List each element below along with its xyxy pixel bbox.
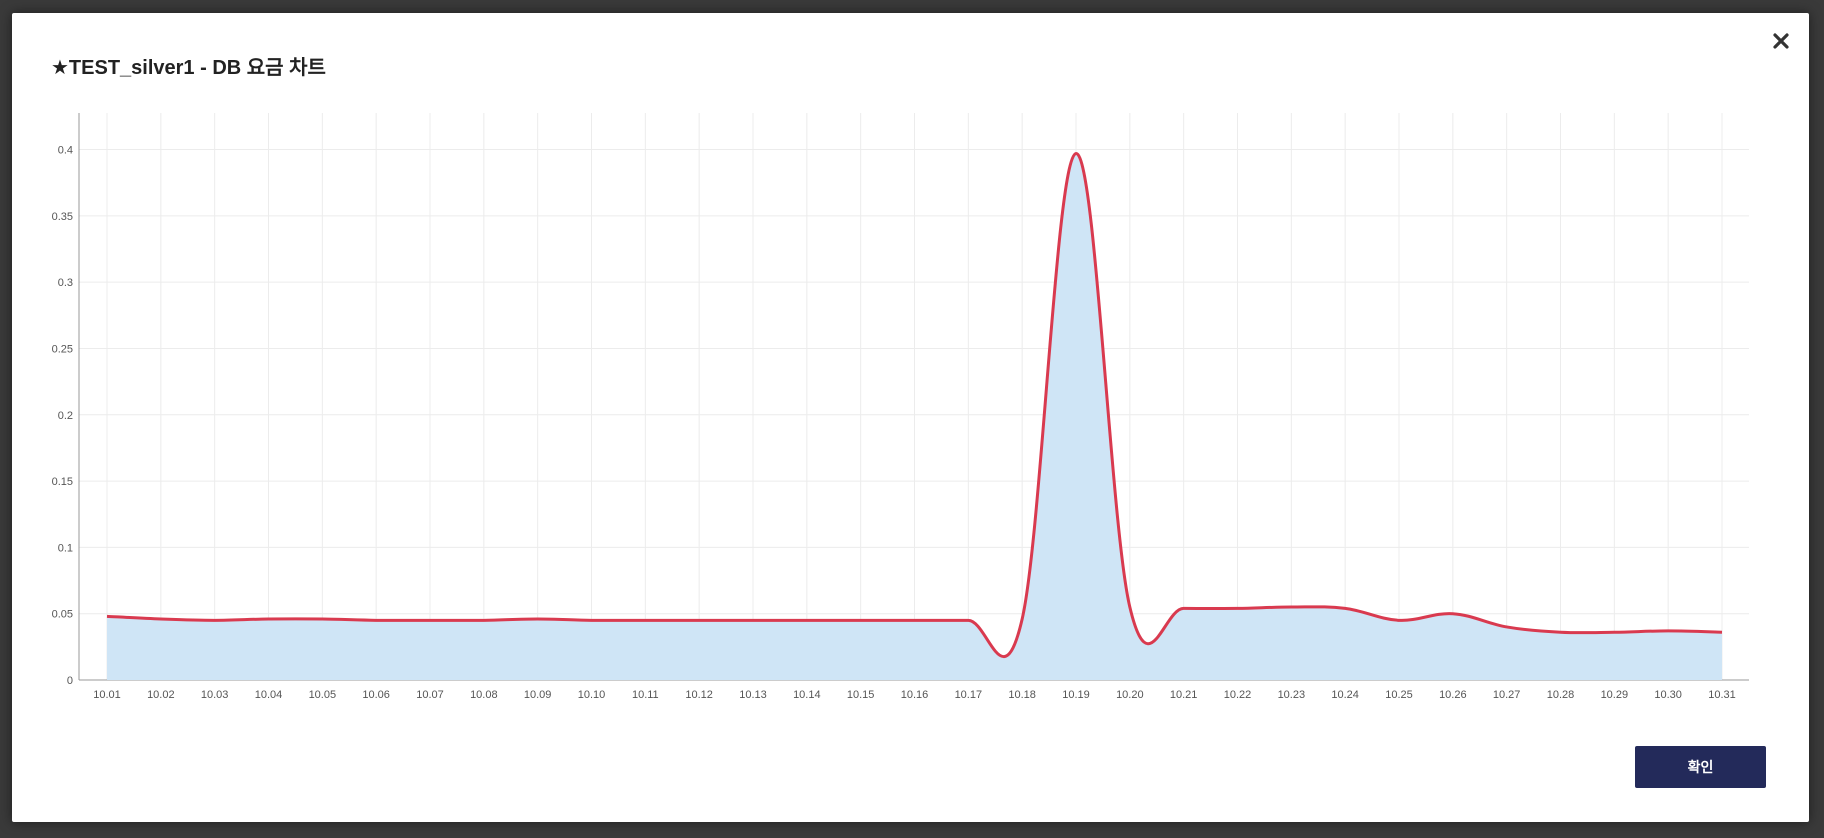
y-tick-label: 0.05 bbox=[52, 609, 73, 621]
y-tick-label: 0.25 bbox=[52, 343, 73, 355]
x-tick-label: 10.07 bbox=[416, 689, 444, 701]
x-tick-label: 10.18 bbox=[1008, 689, 1036, 701]
x-tick-label: 10.05 bbox=[309, 689, 337, 701]
x-tick-label: 10.08 bbox=[470, 689, 498, 701]
x-tick-label: 10.04 bbox=[255, 689, 283, 701]
x-tick-label: 10.03 bbox=[201, 689, 229, 701]
chart-area: 0 0.05 0.1 0.15 0.2 0.25 0.3 0.35 0.4 10.01 10.02 1… bbox=[12, 13, 1809, 822]
x-tick-label: 10.14 bbox=[793, 689, 821, 701]
y-tick-label: 0.4 bbox=[58, 145, 73, 157]
y-tick-label: 0.15 bbox=[52, 476, 73, 488]
x-tick-label: 10.11 bbox=[632, 689, 659, 701]
x-tick-label: 10.25 bbox=[1385, 689, 1413, 701]
x-tick-label: 10.23 bbox=[1278, 689, 1306, 701]
backdrop bbox=[0, 0, 12, 838]
x-tick-label: 10.16 bbox=[901, 689, 929, 701]
x-tick-label: 10.27 bbox=[1493, 689, 1521, 701]
x-tick-label: 10.17 bbox=[955, 689, 983, 701]
y-tick-label: 0.35 bbox=[52, 211, 73, 223]
db-cost-chart: 0 0.05 0.1 0.15 0.2 0.25 0.3 0.35 0.4 10.01 10.02 1… bbox=[52, 113, 1749, 701]
x-tick-label: 10.29 bbox=[1601, 689, 1629, 701]
x-tick-label: 10.22 bbox=[1224, 689, 1252, 701]
x-tick-label: 10.30 bbox=[1654, 689, 1682, 701]
x-tick-label: 10.06 bbox=[362, 689, 390, 701]
x-tick-label: 10.09 bbox=[524, 689, 552, 701]
x-tick-label: 10.28 bbox=[1547, 689, 1575, 701]
x-tick-label: 10.21 bbox=[1170, 689, 1198, 701]
x-tick-label: 10.02 bbox=[147, 689, 175, 701]
x-tick-label: 10.13 bbox=[739, 689, 767, 701]
x-tick-label: 10.19 bbox=[1062, 689, 1090, 701]
x-tick-label: 10.31 bbox=[1708, 689, 1736, 701]
x-tick-label: 10.20 bbox=[1116, 689, 1144, 701]
y-tick-label: 0.1 bbox=[58, 542, 73, 554]
x-tick-label: 10.01 bbox=[93, 689, 121, 701]
y-tick-label: 0 bbox=[67, 675, 73, 687]
x-tick-label: 10.26 bbox=[1439, 689, 1467, 701]
x-tick-label: 10.24 bbox=[1331, 689, 1359, 701]
x-tick-label: 10.15 bbox=[847, 689, 875, 701]
x-tick-label: 10.10 bbox=[578, 689, 606, 701]
chart-modal: ★TEST_silver1 - DB 요금 차트 0 0.05 0.1 0.15 0.2… bbox=[12, 13, 1809, 822]
y-tick-label: 0.2 bbox=[58, 410, 73, 422]
confirm-button[interactable]: 확인 bbox=[1635, 746, 1766, 788]
y-tick-label: 0.3 bbox=[58, 277, 73, 289]
x-tick-label: 10.12 bbox=[685, 689, 713, 701]
